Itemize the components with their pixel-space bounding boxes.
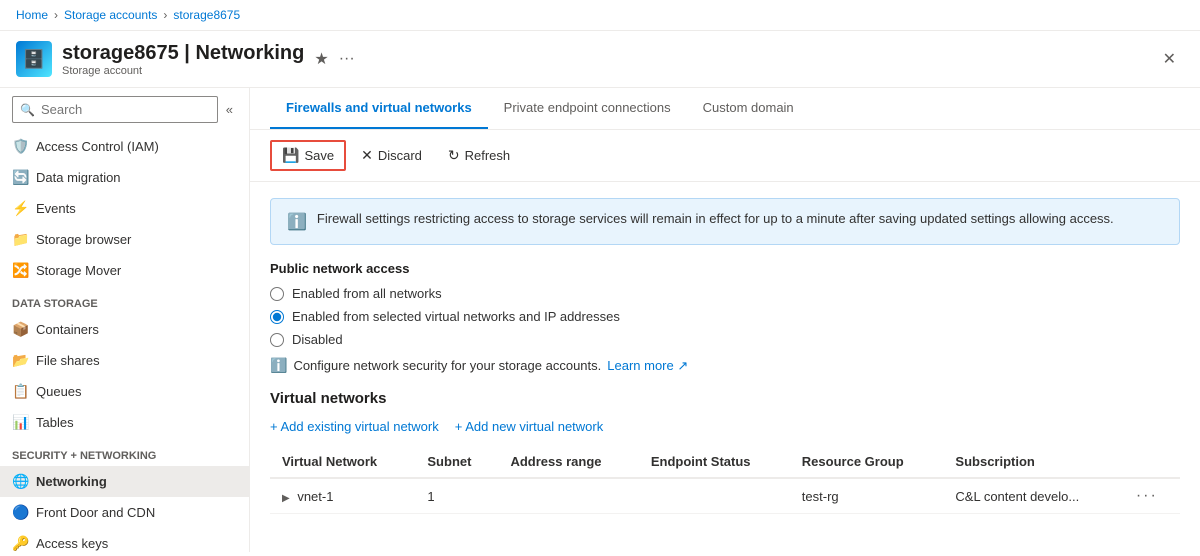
tab-firewalls[interactable]: Firewalls and virtual networks [270,88,488,129]
events-icon: ⚡ [12,200,28,217]
sidebar-item-front-door[interactable]: 🔵 Front Door and CDN [0,497,249,528]
refresh-button[interactable]: ↻ Refresh [437,141,521,170]
sidebar-item-containers[interactable]: 📦 Containers [0,314,249,345]
info-banner: ℹ️ Firewall settings restricting access … [270,198,1180,245]
col-subscription: Subscription [943,446,1123,478]
breadcrumb-storage-name[interactable]: storage8675 [173,8,240,22]
col-subnet: Subnet [415,446,498,478]
public-network-label: Public network access [270,261,1180,276]
cell-row-actions: ··· [1124,478,1180,514]
configure-note: ℹ️ Configure network security for your s… [270,357,1180,374]
breadcrumb-home[interactable]: Home [16,8,48,22]
table-row: ▶ vnet-1 1 test-rg C&L content develo...… [270,478,1180,514]
breadcrumb-storage-accounts[interactable]: Storage accounts [64,8,157,22]
close-button[interactable]: ✕ [1155,45,1184,73]
tables-icon: 📊 [12,414,28,431]
col-actions [1124,446,1180,478]
learn-more-link[interactable]: Learn more ↗ [607,358,688,374]
toolbar: 💾 Save ✕ Discard ↻ Refresh [250,130,1200,182]
radio-disabled[interactable]: Disabled [270,332,1180,347]
page-subtitle: Storage account [62,65,304,77]
sidebar-item-storage-mover[interactable]: 🔀 Storage Mover [0,255,249,286]
vnet-table: Virtual Network Subnet Address range End… [270,446,1180,514]
virtual-networks-section: Virtual networks + Add existing virtual … [270,390,1180,514]
col-address-range: Address range [498,446,638,478]
sidebar-item-events[interactable]: ⚡ Events [0,193,249,224]
sidebar-item-queues[interactable]: 📋 Queues [0,376,249,407]
cell-resource-group: test-rg [790,478,944,514]
cell-endpoint-status [639,478,790,514]
virtual-networks-title: Virtual networks [270,390,1180,407]
more-options-button[interactable]: ··· [339,50,355,68]
sidebar-item-file-shares[interactable]: 📂 File shares [0,345,249,376]
access-control-icon: 🛡️ [12,138,28,155]
cell-subscription: C&L content develo... [943,478,1123,514]
discard-icon: ✕ [361,147,373,164]
tab-custom-domain[interactable]: Custom domain [687,88,810,129]
col-endpoint-status: Endpoint Status [639,446,790,478]
page-header: 🗄️ storage8675 | Networking Storage acco… [0,31,1200,88]
discard-button[interactable]: ✕ Discard [350,141,433,170]
save-icon: 💾 [282,147,299,164]
favorite-button[interactable]: ★ [314,49,328,69]
tabs-bar: Firewalls and virtual networks Private e… [250,88,1200,130]
sidebar-item-data-migration[interactable]: 🔄 Data migration [0,162,249,193]
configure-info-icon: ℹ️ [270,357,287,374]
expand-icon[interactable]: ▶ [282,493,290,504]
sidebar-item-networking[interactable]: 🌐 Networking [0,466,249,497]
sidebar-item-access-control[interactable]: 🛡️ Access Control (IAM) [0,131,249,162]
breadcrumb: Home › Storage accounts › storage8675 [0,0,1200,31]
radio-selected-networks[interactable]: Enabled from selected virtual networks a… [270,309,1180,324]
collapse-sidebar-button[interactable]: « [222,98,237,121]
containers-icon: 📦 [12,321,28,338]
search-icon: 🔍 [20,103,35,117]
file-shares-icon: 📂 [12,352,28,369]
cell-virtual-network: ▶ vnet-1 [270,478,415,514]
radio-selected-networks-input[interactable] [270,310,284,324]
vnet-actions: + Add existing virtual network + Add new… [270,419,1180,434]
content-area: Firewalls and virtual networks Private e… [250,88,1200,552]
form-content: Public network access Enabled from all n… [250,261,1200,534]
col-resource-group: Resource Group [790,446,944,478]
radio-disabled-input[interactable] [270,333,284,347]
radio-all-networks-input[interactable] [270,287,284,301]
radio-group: Enabled from all networks Enabled from s… [270,286,1180,347]
tab-private-endpoints[interactable]: Private endpoint connections [488,88,687,129]
access-keys-icon: 🔑 [12,535,28,552]
storage-browser-icon: 📁 [12,231,28,248]
queues-icon: 📋 [12,383,28,400]
networking-icon: 🌐 [12,473,28,490]
info-icon: ℹ️ [287,212,307,232]
sidebar: 🔍 « 🛡️ Access Control (IAM) 🔄 Data migra… [0,88,250,552]
search-input[interactable] [12,96,218,123]
add-new-vnet-button[interactable]: + Add new virtual network [455,419,604,434]
data-migration-icon: 🔄 [12,169,28,186]
save-button[interactable]: 💾 Save [270,140,346,171]
page-title: storage8675 | Networking [62,42,304,65]
info-banner-text: Firewall settings restricting access to … [317,211,1114,226]
refresh-icon: ↻ [448,147,460,164]
data-storage-section-label: Data storage [0,286,249,314]
col-virtual-network: Virtual Network [270,446,415,478]
storage-icon: 🗄️ [16,41,52,77]
sidebar-item-tables[interactable]: 📊 Tables [0,407,249,438]
sidebar-item-storage-browser[interactable]: 📁 Storage browser [0,224,249,255]
security-networking-section-label: Security + networking [0,438,249,466]
cell-address-range [498,478,638,514]
cell-subnet: 1 [415,478,498,514]
sidebar-item-access-keys[interactable]: 🔑 Access keys [0,528,249,552]
add-existing-vnet-button[interactable]: + Add existing virtual network [270,419,439,434]
storage-mover-icon: 🔀 [12,262,28,279]
row-more-button[interactable]: ··· [1136,487,1158,505]
radio-all-networks[interactable]: Enabled from all networks [270,286,1180,301]
front-door-icon: 🔵 [12,504,28,521]
